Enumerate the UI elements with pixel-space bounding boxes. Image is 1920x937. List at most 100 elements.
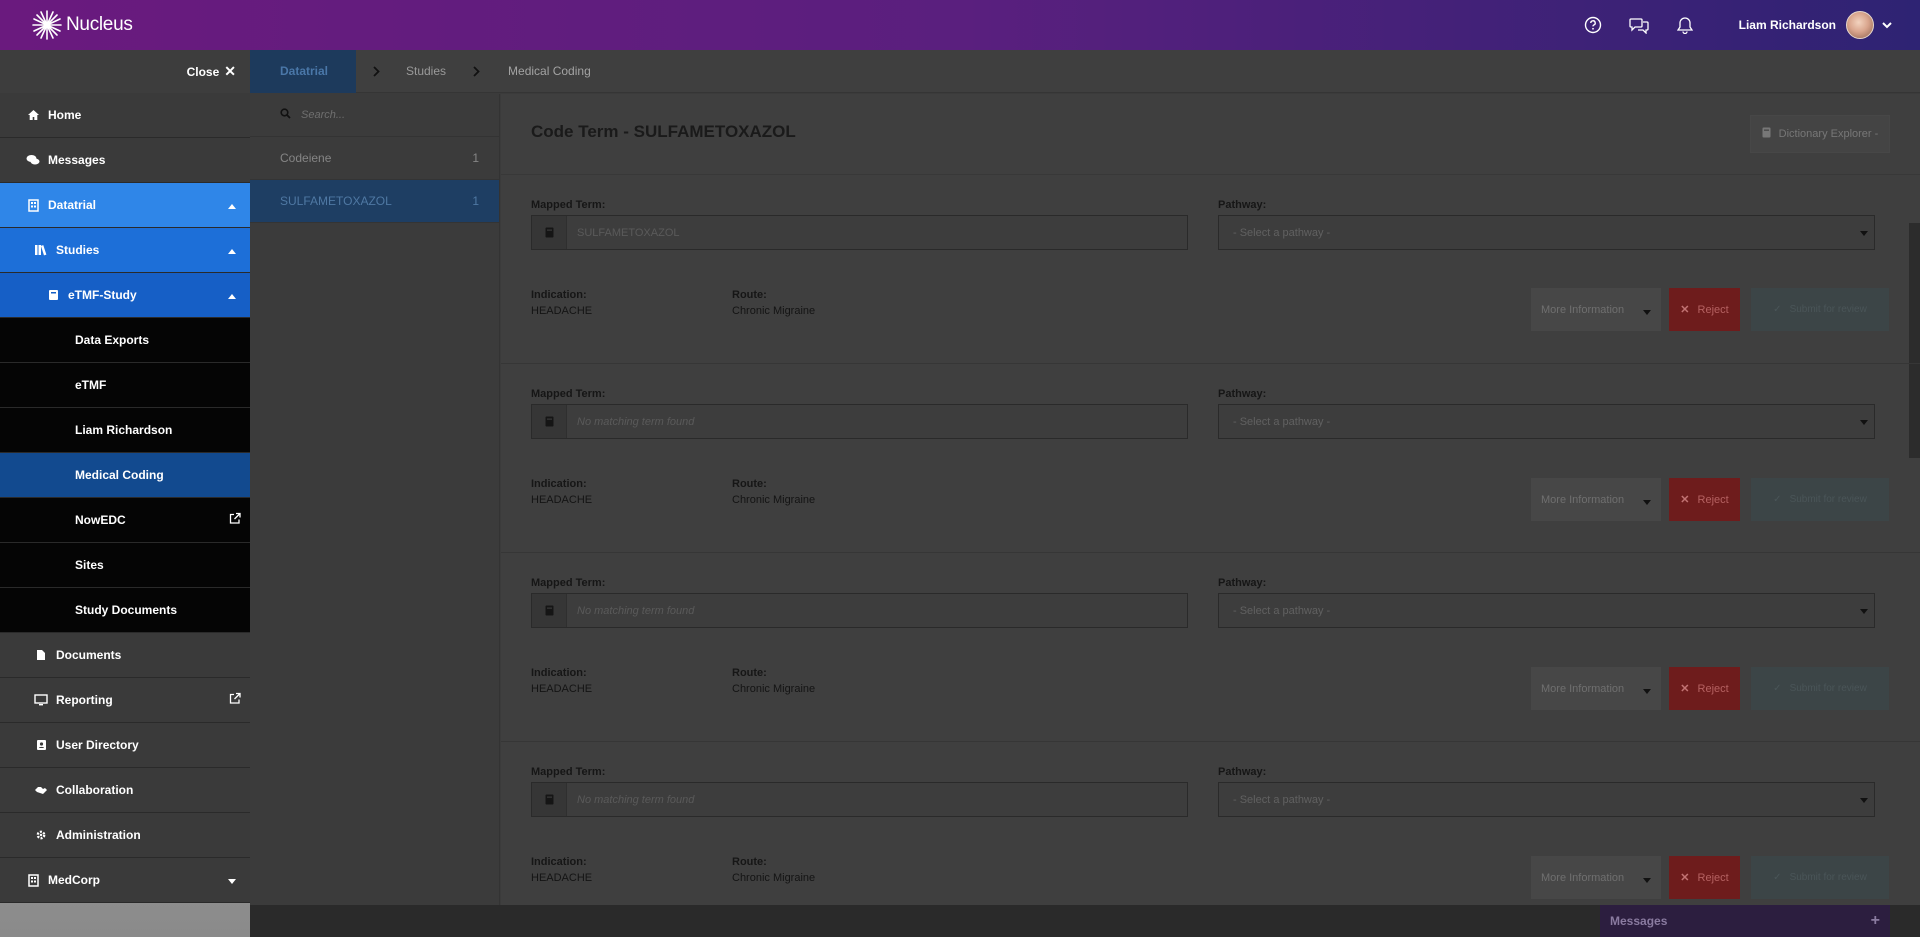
term-count: 1 — [472, 151, 479, 165]
submit-label: Submit for review — [1789, 683, 1867, 694]
chevron-down-icon[interactable] — [1882, 18, 1892, 32]
bottom-bar: Messages + — [250, 905, 1920, 937]
indication-value: HEADACHE — [531, 305, 593, 317]
sidebar-item-label: Administration — [56, 828, 141, 842]
sidebar-item-liam-richardson[interactable]: Liam Richardson — [0, 408, 250, 453]
pathway-select[interactable]: - Select a pathway - — [1218, 593, 1875, 628]
more-information-button[interactable]: More Information — [1531, 288, 1661, 331]
bell-icon[interactable] — [1675, 15, 1695, 35]
submit-for-review-button[interactable]: ✓ Submit for review — [1751, 478, 1889, 521]
route-label: Route: — [732, 289, 767, 301]
sidebar-item-home[interactable]: Home — [0, 93, 250, 138]
mapped-term-field[interactable]: No matching term found — [531, 404, 1188, 439]
book-icon — [532, 405, 567, 438]
mapped-term-label: Mapped Term: — [531, 388, 606, 400]
pathway-value: - Select a pathway - — [1233, 226, 1331, 239]
submit-for-review-button[interactable]: ✓ Submit for review — [1751, 288, 1889, 331]
sidebar-item-label: eTMF — [75, 378, 107, 392]
mapped-term-value: No matching term found — [577, 604, 695, 617]
pathway-label: Pathway: — [1218, 577, 1267, 589]
chat-icon[interactable] — [1628, 15, 1649, 35]
external-link-icon — [229, 692, 241, 708]
breadcrumb-studies[interactable]: Studies — [396, 64, 456, 78]
reject-button[interactable]: ✕ Reject — [1669, 288, 1740, 331]
avatar[interactable] — [1846, 11, 1874, 39]
sidebar-item-label: Home — [48, 108, 82, 122]
check-icon: ✓ — [1773, 683, 1782, 694]
check-icon: ✓ — [1773, 494, 1782, 505]
sidebar-item-documents[interactable]: Documents — [0, 633, 250, 678]
route-label: Route: — [732, 856, 767, 868]
reject-label: Reject — [1697, 303, 1729, 316]
sidebar-item-administration[interactable]: Administration — [0, 813, 250, 858]
sidebar-item-sites[interactable]: Sites — [0, 543, 250, 588]
chevron-right-icon — [456, 65, 496, 77]
pathway-select[interactable]: - Select a pathway - — [1218, 215, 1875, 250]
more-information-button[interactable]: More Information — [1531, 667, 1661, 710]
chevron-up-icon — [228, 243, 236, 257]
help-icon[interactable] — [1583, 15, 1603, 35]
more-information-button[interactable]: More Information — [1531, 856, 1661, 899]
sidebar-item-user-directory[interactable]: User Directory — [0, 723, 250, 768]
app-logo[interactable]: Nucleus — [30, 8, 133, 42]
sidebar-item-medcorp[interactable]: MedCorp — [0, 858, 250, 903]
page-title: Code Term - SULFAMETOXAZOL — [531, 122, 796, 141]
mapped-term-field[interactable]: SULFAMETOXAZOL — [531, 215, 1188, 250]
more-information-button[interactable]: More Information — [1531, 478, 1661, 521]
sidebar-item-label: Messages — [48, 153, 106, 167]
more-information-label: More Information — [1541, 493, 1625, 506]
sidebar-item-label: NowEDC — [75, 513, 126, 527]
mapped-term-field[interactable]: No matching term found — [531, 593, 1188, 628]
term-card: Mapped Term: Pathway: No matching term f… — [501, 742, 1920, 905]
dictionary-explorer-button[interactable]: Dictionary Explorer - — [1750, 115, 1890, 153]
mapped-term-field[interactable]: No matching term found — [531, 782, 1188, 817]
code-term-detail: Code Term - SULFAMETOXAZOL Dictionary Ex… — [501, 94, 1920, 905]
sidebar-item-collaboration[interactable]: Collaboration — [0, 768, 250, 813]
pathway-select[interactable]: - Select a pathway - — [1218, 782, 1875, 817]
sidebar-item-study-documents[interactable]: Study Documents — [0, 588, 250, 633]
pathway-label: Pathway: — [1218, 199, 1267, 211]
pathway-value: - Select a pathway - — [1233, 604, 1331, 617]
indication-value: HEADACHE — [531, 683, 593, 695]
indication-value: HEADACHE — [531, 494, 593, 506]
search-placeholder: Search... — [301, 109, 346, 121]
route-label: Route: — [732, 478, 767, 490]
close-icon: ✕ — [1680, 494, 1690, 506]
pathway-select[interactable]: - Select a pathway - — [1218, 404, 1875, 439]
reject-button[interactable]: ✕ Reject — [1669, 478, 1740, 521]
chevron-down-icon — [228, 873, 236, 887]
building-icon — [26, 873, 40, 887]
sidebar-item-datatrial[interactable]: Datatrial — [0, 183, 250, 228]
breadcrumb: Datatrial Studies Medical Coding — [250, 49, 1920, 93]
reject-button[interactable]: ✕ Reject — [1669, 856, 1740, 899]
sidebar-item-reporting[interactable]: Reporting — [0, 678, 250, 723]
sidebar-item-nowedc[interactable]: NowEDC — [0, 498, 250, 543]
sidebar-item-messages[interactable]: Messages — [0, 138, 250, 183]
book-icon — [532, 216, 567, 249]
sidebar-close-button[interactable]: Close ✕ — [0, 50, 250, 93]
search-input[interactable]: Search... — [250, 94, 499, 137]
reject-button[interactable]: ✕ Reject — [1669, 667, 1740, 710]
main-content: Datatrial Studies Medical Coding Search.… — [250, 49, 1920, 905]
chevron-down-icon — [1643, 306, 1651, 318]
route-value: Chronic Migraine — [732, 305, 816, 317]
sidebar-item-data-exports[interactable]: Data Exports — [0, 318, 250, 363]
breadcrumb-datatrial[interactable]: Datatrial — [250, 49, 356, 93]
submit-for-review-button[interactable]: ✓ Submit for review — [1751, 667, 1889, 710]
chevron-up-icon — [228, 288, 236, 302]
submit-for-review-button[interactable]: ✓ Submit for review — [1751, 856, 1889, 899]
messages-panel-toggle[interactable]: Messages + — [1600, 905, 1890, 937]
mapped-term-label: Mapped Term: — [531, 577, 606, 589]
sidebar-item-studies[interactable]: Studies — [0, 228, 250, 273]
user-name[interactable]: Liam Richardson — [1739, 18, 1836, 32]
address-card-icon — [34, 738, 48, 752]
plus-icon: + — [1870, 912, 1880, 929]
sidebar-item-label: Study Documents — [75, 603, 178, 617]
term-card: Mapped Term: Pathway: SULFAMETOXAZOL - S… — [501, 175, 1920, 364]
sidebar-item-medical-coding[interactable]: Medical Coding — [0, 453, 250, 498]
sidebar-item-etmf-study[interactable]: eTMF-Study — [0, 273, 250, 318]
list-item[interactable]: Codeiene 1 — [250, 137, 499, 180]
list-item[interactable]: SULFAMETOXAZOL 1 — [250, 180, 499, 223]
sidebar-item-label: Collaboration — [56, 783, 134, 797]
sidebar-item-etmf[interactable]: eTMF — [0, 363, 250, 408]
